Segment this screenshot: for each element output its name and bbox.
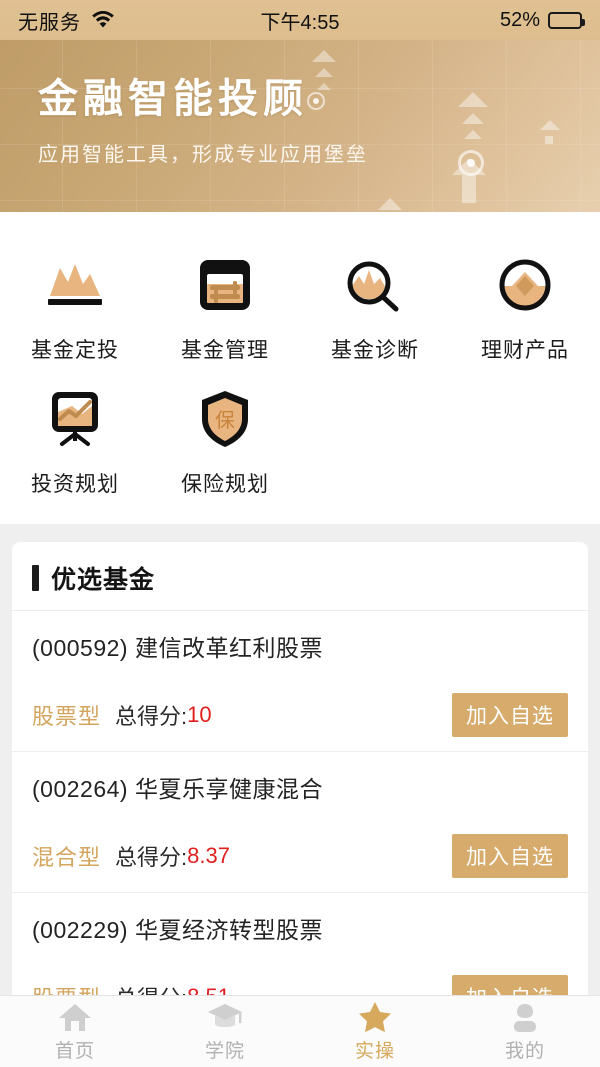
arrow-up-icon [312,50,336,62]
tab-profile[interactable]: 我的 [450,1001,600,1063]
quick-action-label: 基金定投 [31,339,119,362]
tab-practice[interactable]: 实操 [300,1001,450,1063]
preferred-funds-card: 优选基金 (000592) 建信改革红利股票 股票型 总得分: 10 加入自选 … [12,542,588,995]
status-bar-right: 52% [499,8,585,32]
quick-action-insurance-planning[interactable]: 保 保险规划 [150,372,300,506]
hero-banner: 金融智能投顾 应用智能工具，形成专业应用堡垒 [0,40,600,212]
banner-text-block: 金融智能投顾 应用智能工具，形成专业应用堡垒 [38,66,368,167]
person-icon [510,1001,540,1033]
fund-name: (002264) 华夏乐享健康混合 [32,776,323,802]
tab-label: 我的 [504,1040,545,1062]
arrow-up-icon [378,198,402,210]
easel-chart-icon [38,382,112,456]
tab-home[interactable]: 首页 [0,1001,150,1063]
status-bar: 无服务 下午4:55 52% [0,0,600,40]
mountain-chart-icon [38,248,112,322]
table-row[interactable]: (002229) 华夏经济转型股票 股票型 总得分: 8.51 加入自选 [12,893,588,995]
add-to-watchlist-button[interactable]: 加入自选 [452,975,568,995]
fund-score-label: 总得分: [115,845,188,870]
graduation-cap-icon [207,1001,243,1033]
table-row[interactable]: (000592) 建信改革红利股票 股票型 总得分: 10 加入自选 [12,611,588,752]
fund-meta: 股票型 总得分: 8.51 加入自选 [32,975,568,995]
fund-meta: 股票型 总得分: 10 加入自选 [32,693,568,737]
fund-score-value: 10 [187,702,212,727]
arrow-up-icon [452,158,486,175]
banner-title: 金融智能投顾 [38,76,308,121]
quick-action-label: 投资规划 [31,473,119,496]
bottom-tab-bar: 首页 学院 实操 我的 [0,995,600,1067]
fund-type-badge: 股票型 [32,704,102,729]
quick-action-fund-diagnosis[interactable]: 基金诊断 [300,238,450,372]
quick-action-label: 基金诊断 [331,339,419,362]
arrow-up-icon [462,113,484,124]
magnifier-chart-icon [338,248,412,322]
shield-bao-icon: 保 [188,382,262,456]
section-title: 优选基金 [51,566,156,594]
add-to-watchlist-button[interactable]: 加入自选 [452,693,568,737]
fund-score-label: 总得分: [115,704,188,729]
quick-actions-grid: 基金定投 基金管理 基金诊断 理财产品 投资规划 保 保险规划 [0,212,600,524]
arrow-stem [462,175,476,203]
tab-label: 学院 [204,1040,245,1062]
card-sliders-icon [188,248,262,322]
quick-action-empty [450,372,600,506]
quick-action-label: 保险规划 [181,473,269,496]
tab-academy[interactable]: 学院 [150,1001,300,1063]
arrow-stem [545,136,553,144]
arrow-up-icon [540,120,560,130]
quick-action-empty [300,372,450,506]
section-header: 优选基金 [12,542,588,611]
circle-diamond-icon [488,248,562,322]
star-icon [358,1001,392,1033]
fund-list-area: 优选基金 (000592) 建信改革红利股票 股票型 总得分: 10 加入自选 … [0,524,600,995]
battery-percent-label: 52% [499,8,540,31]
fund-meta: 混合型 总得分: 8.37 加入自选 [32,834,568,878]
fund-score-label: 总得分: [115,981,187,995]
tab-label: 首页 [54,1040,95,1062]
app-screen: 无服务 下午4:55 52% 金融智能投顾 应用智能工具，形成专业应用堡垒 基金… [0,0,600,1067]
battery-icon [548,11,585,29]
quick-actions-row-1: 基金定投 基金管理 基金诊断 理财产品 [0,238,600,372]
fund-type-badge: 混合型 [32,845,102,870]
svg-text:保: 保 [215,409,235,432]
section-accent-bar [32,565,39,591]
fund-name: (002229) 华夏经济转型股票 [32,917,323,943]
table-row[interactable]: (002264) 华夏乐享健康混合 混合型 总得分: 8.37 加入自选 [12,752,588,893]
fund-name: (000592) 建信改革红利股票 [32,635,323,661]
arrow-up-icon [458,92,488,107]
quick-action-fund-management[interactable]: 基金管理 [150,238,300,372]
quick-action-label: 理财产品 [481,339,569,362]
banner-subtitle: 应用智能工具，形成专业应用堡垒 [38,144,368,166]
home-icon [58,1001,92,1033]
add-to-watchlist-button[interactable]: 加入自选 [452,834,568,878]
quick-action-fund-sip[interactable]: 基金定投 [0,238,150,372]
arrow-up-icon [464,130,482,139]
quick-actions-row-2: 投资规划 保 保险规划 [0,372,600,506]
fund-score-value: 8.37 [187,843,230,868]
quick-action-wealth-products[interactable]: 理财产品 [450,238,600,372]
tab-label: 实操 [354,1040,395,1062]
quick-action-label: 基金管理 [181,339,269,362]
fund-score-value: 8.51 [187,984,230,995]
quick-action-investment-planning[interactable]: 投资规划 [0,372,150,506]
fund-type-badge: 股票型 [32,981,101,995]
